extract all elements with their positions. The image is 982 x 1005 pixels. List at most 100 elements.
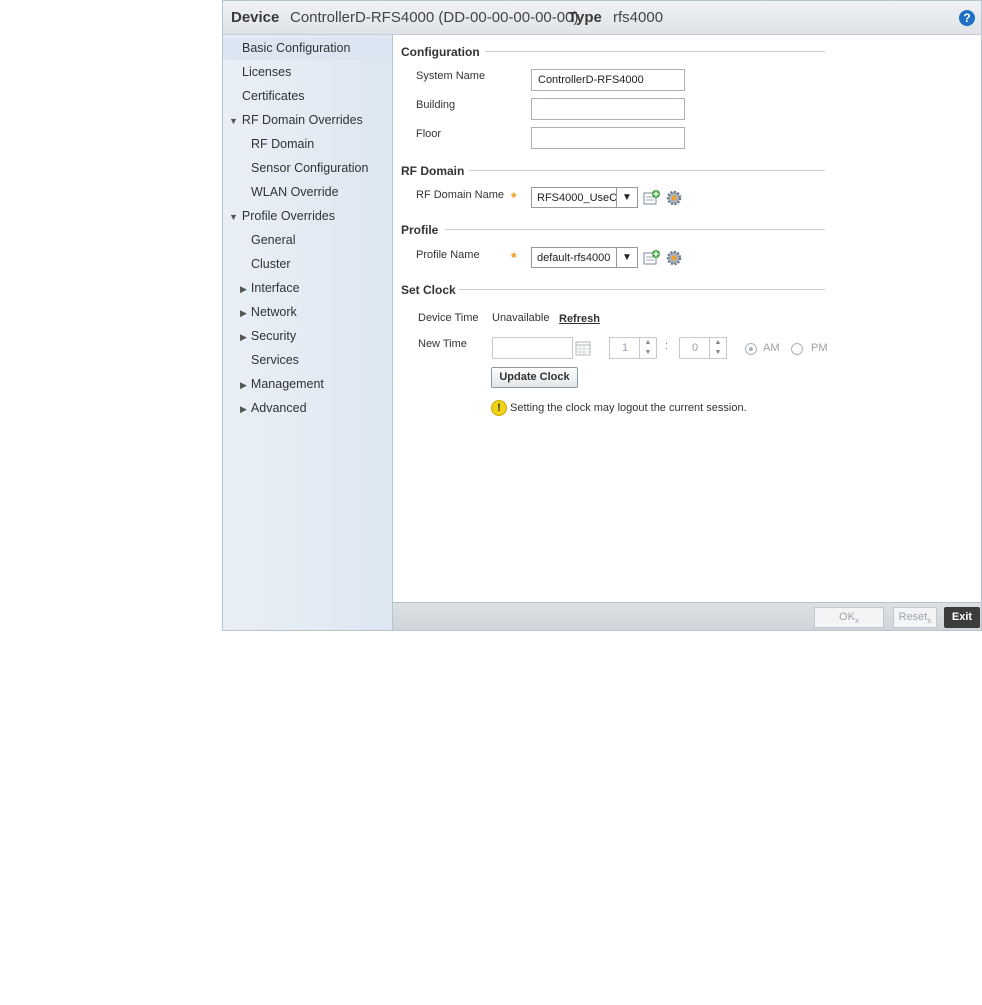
sidebar-item-label: Security	[250, 329, 297, 343]
main-content: Configuration System Name ControllerD-RF…	[393, 35, 981, 602]
sidebar-item-certificates[interactable]: Certificates	[242, 89, 305, 103]
expanded-triangle-icon[interactable]: ▼	[229, 116, 238, 126]
collapsed-triangle-icon[interactable]: ▶	[240, 380, 247, 390]
sidebar-item-management[interactable]: ▶ Management	[240, 377, 324, 391]
profile-section-title: Profile	[401, 223, 439, 237]
sidebar-item-label: WLAN Override	[251, 185, 339, 199]
clock-warning-text: Setting the clock may logout the current…	[510, 402, 747, 414]
title-bar: Device ControllerD-RFS4000 (DD-00-00-00-…	[223, 1, 981, 35]
device-value: ControllerD-RFS4000 (DD-00-00-00-00-00)	[290, 9, 579, 26]
configuration-section-title: Configuration	[401, 45, 480, 59]
pm-label: PM	[811, 342, 828, 354]
sidebar-item-label: Sensor Configuration	[251, 161, 369, 175]
chevron-up-icon[interactable]: ▲	[710, 338, 726, 348]
section-divider	[485, 51, 825, 52]
date-input[interactable]	[492, 337, 573, 359]
sidebar-item-label: Management	[250, 377, 324, 391]
section-divider	[469, 170, 825, 171]
chevron-down-icon[interactable]: ▼	[616, 248, 637, 267]
sidebar-nav: Basic Configuration Licenses Certificate…	[223, 35, 393, 630]
chevron-down-icon[interactable]: ▼	[710, 348, 726, 358]
warning-icon: !	[491, 400, 507, 416]
rf-domain-select[interactable]: RFS4000_UseC ▼	[531, 187, 638, 208]
sidebar-item-label: RF Domain Overrides	[241, 113, 363, 127]
sidebar-item-licenses[interactable]: Licenses	[242, 65, 291, 79]
floor-input[interactable]	[531, 127, 685, 149]
hour-stepper[interactable]: 1 ▲ ▼	[609, 337, 657, 359]
device-time-value: Unavailable	[492, 312, 550, 324]
collapsed-triangle-icon[interactable]: ▶	[240, 284, 247, 294]
stepper-arrows[interactable]: ▲ ▼	[709, 338, 726, 358]
sidebar-item-rf-domain[interactable]: RF Domain	[251, 137, 314, 151]
sidebar-item-services[interactable]: Services	[251, 353, 299, 367]
create-new-icon[interactable]	[643, 249, 661, 267]
device-config-window: Device ControllerD-RFS4000 (DD-00-00-00-…	[222, 0, 982, 631]
profile-select[interactable]: default-rfs4000 ▼	[531, 247, 638, 268]
exit-button[interactable]: Exit	[944, 607, 980, 628]
am-radio[interactable]	[745, 343, 757, 355]
profile-selected: default-rfs4000	[537, 252, 611, 264]
chevron-down-icon[interactable]: ▼	[616, 188, 637, 207]
gear-icon[interactable]	[665, 189, 683, 207]
collapsed-triangle-icon[interactable]: ▶	[240, 332, 247, 342]
sidebar-item-general[interactable]: General	[251, 233, 295, 247]
sidebar-item-security[interactable]: ▶ Security	[240, 329, 296, 343]
floor-label: Floor	[416, 128, 442, 140]
sidebar-item-sensor-configuration[interactable]: Sensor Configuration	[251, 161, 368, 175]
update-clock-button[interactable]: Update Clock	[491, 367, 578, 388]
sidebar-item-label: Network	[250, 305, 297, 319]
profile-name-label: Profile Name	[416, 249, 480, 261]
ok-label: OK	[839, 611, 855, 623]
sidebar-item-cluster[interactable]: Cluster	[251, 257, 291, 271]
help-icon[interactable]: ?	[959, 10, 975, 26]
time-separator: :	[665, 340, 669, 352]
chevron-down-icon[interactable]: ▼	[640, 348, 656, 358]
sidebar-item-label: RF Domain	[251, 137, 315, 151]
set-clock-section-title: Set Clock	[401, 283, 456, 297]
sidebar-item-basic-configuration[interactable]: Basic Configuration	[223, 38, 392, 60]
device-label: Device	[231, 9, 280, 26]
new-time-label: New Time	[418, 338, 467, 350]
sidebar-item-label: Advanced	[250, 401, 307, 415]
type-value: rfs4000	[613, 9, 664, 26]
sidebar-item-label: Licenses	[242, 65, 292, 79]
minute-stepper[interactable]: 0 ▲ ▼	[679, 337, 727, 359]
chevron-up-icon[interactable]: ▲	[640, 338, 656, 348]
sidebar-item-label: Interface	[250, 281, 300, 295]
stepper-arrows[interactable]: ▲ ▼	[639, 338, 656, 358]
create-new-icon[interactable]	[643, 189, 661, 207]
sidebar-item-network[interactable]: ▶ Network	[240, 305, 297, 319]
sidebar-item-label: Certificates	[242, 89, 305, 103]
sidebar-item-profile-overrides[interactable]: ▼ Profile Overrides	[229, 209, 335, 223]
pm-radio[interactable]	[791, 343, 803, 355]
rf-domain-section-title: RF Domain	[401, 164, 465, 178]
collapsed-triangle-icon[interactable]: ▶	[240, 404, 247, 414]
refresh-link[interactable]: Refresh	[559, 313, 600, 325]
ok-button[interactable]: OKx	[814, 607, 884, 628]
sidebar-item-label: Basic Configuration	[242, 41, 351, 55]
cancel-x-icon: x	[854, 616, 859, 626]
footer-bar: OKx Resetx Exit	[393, 602, 981, 630]
cancel-x-icon: x	[927, 616, 932, 626]
calendar-icon[interactable]	[574, 339, 592, 357]
hour-value: 1	[622, 342, 629, 354]
expanded-triangle-icon[interactable]: ▼	[229, 212, 238, 222]
sidebar-item-advanced[interactable]: ▶ Advanced	[240, 401, 307, 415]
type-label: Type	[568, 9, 602, 26]
reset-button[interactable]: Resetx	[893, 607, 937, 628]
sidebar-item-interface[interactable]: ▶ Interface	[240, 281, 300, 295]
rf-domain-selected: RFS4000_UseC	[537, 192, 618, 204]
device-time-label: Device Time	[418, 312, 479, 324]
sidebar-item-rf-domain-overrides[interactable]: ▼ RF Domain Overrides	[229, 113, 363, 127]
sidebar-item-label: General	[251, 233, 296, 247]
gear-icon[interactable]	[665, 249, 683, 267]
section-divider	[459, 289, 825, 290]
required-star-icon: *	[511, 249, 517, 265]
collapsed-triangle-icon[interactable]: ▶	[240, 308, 247, 318]
sidebar-item-wlan-override[interactable]: WLAN Override	[251, 185, 339, 199]
sidebar-item-label: Services	[251, 353, 299, 367]
sidebar-item-label: Profile Overrides	[241, 209, 336, 223]
building-input[interactable]	[531, 98, 685, 120]
rf-domain-name-label: RF Domain Name	[416, 189, 505, 201]
system-name-input[interactable]: ControllerD-RFS4000	[531, 69, 685, 91]
